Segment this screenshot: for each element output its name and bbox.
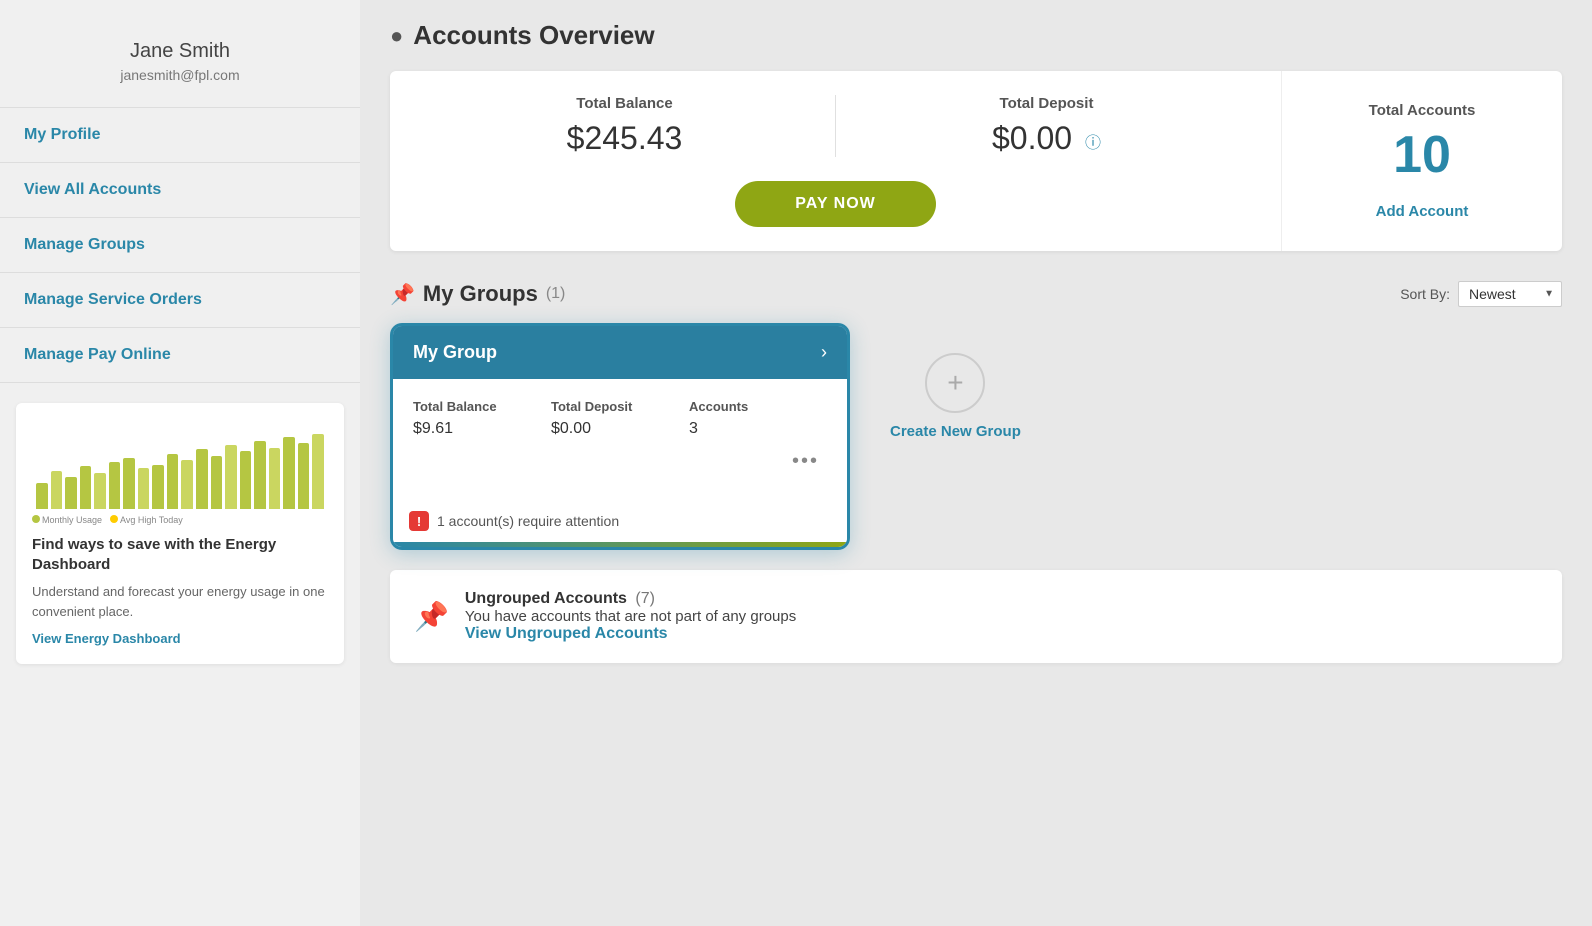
accounts-overview-card: Total Balance $245.43 Total Deposit $0.0… xyxy=(390,71,1562,251)
sidebar-item-manage-pay-online[interactable]: Manage Pay Online xyxy=(0,328,360,383)
sort-select[interactable]: Newest Oldest Name A-Z Name Z-A xyxy=(1458,281,1562,307)
group-accounts: Accounts 3 xyxy=(689,399,827,438)
group-stats-row: Total Balance $9.61 Total Deposit $0.00 … xyxy=(413,399,827,438)
user-email: janesmith@fpl.com xyxy=(20,67,340,83)
ungrouped-text: Ungrouped Accounts (7) You have accounts… xyxy=(465,590,796,643)
overview-left-panel: Total Balance $245.43 Total Deposit $0.0… xyxy=(390,71,1282,251)
accounts-overview-icon: ● xyxy=(390,23,403,49)
total-balance-label: Total Balance xyxy=(434,95,815,112)
group-accounts-label: Accounts xyxy=(689,399,827,414)
overview-right-panel: Total Accounts 10 Add Account xyxy=(1282,71,1562,251)
sidebar-nav: My Profile View All Accounts Manage Grou… xyxy=(0,108,360,383)
total-accounts-label: Total Accounts xyxy=(1369,102,1476,119)
group-card-my-group[interactable]: My Group › Total Balance $9.61 Total Dep… xyxy=(390,323,850,550)
add-account-link[interactable]: Add Account xyxy=(1376,203,1469,220)
accounts-overview-title: Accounts Overview xyxy=(413,20,654,51)
sidebar-item-manage-service-orders[interactable]: Manage Service Orders xyxy=(0,273,360,328)
warning-text: 1 account(s) require attention xyxy=(437,513,619,529)
create-group-area: + Create New Group xyxy=(870,323,1041,470)
ungrouped-description: You have accounts that are not part of a… xyxy=(465,608,796,625)
ungrouped-accounts-card: 📌 Ungrouped Accounts (7) You have accoun… xyxy=(390,570,1562,663)
warning-icon: ! xyxy=(409,511,429,531)
sidebar: Jane Smith janesmith@fpl.com My Profile … xyxy=(0,0,360,926)
group-total-deposit: Total Deposit $0.00 xyxy=(551,399,689,438)
group-accounts-value: 3 xyxy=(689,420,827,438)
my-groups-header: 📌 My Groups (1) Sort By: Newest Oldest N… xyxy=(390,281,1562,307)
pay-now-button[interactable]: PAY NOW xyxy=(735,181,936,227)
ungrouped-icon: 📌 xyxy=(414,600,449,633)
sidebar-item-my-profile[interactable]: My Profile xyxy=(0,108,360,163)
total-balance-value: $245.43 xyxy=(434,120,815,157)
sidebar-item-view-all-accounts[interactable]: View All Accounts xyxy=(0,163,360,218)
group-card-more-options[interactable]: ••• xyxy=(413,438,827,481)
main-content: ● Accounts Overview Total Balance $245.4… xyxy=(360,0,1592,926)
chart-legend: Monthly Usage Avg High Today xyxy=(32,515,328,525)
group-deposit-value: $0.00 xyxy=(551,420,689,438)
sidebar-promo: Monthly Usage Avg High Today Find ways t… xyxy=(16,403,344,664)
energy-chart xyxy=(32,419,328,509)
sidebar-item-manage-groups[interactable]: Manage Groups xyxy=(0,218,360,273)
group-card-body: Total Balance $9.61 Total Deposit $0.00 … xyxy=(393,379,847,501)
total-deposit-label: Total Deposit xyxy=(856,95,1237,112)
total-accounts-value: 10 xyxy=(1393,127,1451,184)
groups-icon: 📌 xyxy=(390,282,415,307)
groups-grid: My Group › Total Balance $9.61 Total Dep… xyxy=(390,323,1562,550)
group-deposit-label: Total Deposit xyxy=(551,399,689,414)
create-group-icon[interactable]: + xyxy=(925,353,985,413)
ungrouped-count: (7) xyxy=(635,590,655,607)
promo-description: Understand and forecast your energy usag… xyxy=(32,582,328,621)
user-name: Jane Smith xyxy=(20,40,340,63)
group-card-chevron-icon: › xyxy=(821,342,827,363)
view-ungrouped-link[interactable]: View Ungrouped Accounts xyxy=(465,625,668,642)
group-card-name: My Group xyxy=(413,342,497,363)
group-card-warning: ! 1 account(s) require attention xyxy=(393,501,847,547)
sort-label: Sort By: xyxy=(1400,286,1450,302)
total-balance-stat: Total Balance $245.43 xyxy=(414,95,835,157)
deposit-help-icon[interactable]: ⓘ xyxy=(1085,135,1101,152)
view-energy-dashboard-link[interactable]: View Energy Dashboard xyxy=(32,631,181,646)
group-card-header[interactable]: My Group › xyxy=(393,326,847,379)
overview-stats: Total Balance $245.43 Total Deposit $0.0… xyxy=(414,95,1257,157)
create-new-group-link[interactable]: Create New Group xyxy=(890,423,1021,440)
group-balance-label: Total Balance xyxy=(413,399,551,414)
group-total-balance: Total Balance $9.61 xyxy=(413,399,551,438)
my-groups-title: 📌 My Groups (1) xyxy=(390,281,565,307)
ungrouped-title: Ungrouped Accounts xyxy=(465,590,627,607)
group-balance-value: $9.61 xyxy=(413,420,551,438)
sort-select-wrapper[interactable]: Newest Oldest Name A-Z Name Z-A xyxy=(1458,281,1562,307)
sort-by-area: Sort By: Newest Oldest Name A-Z Name Z-A xyxy=(1400,281,1562,307)
total-deposit-value: $0.00 ⓘ xyxy=(856,120,1237,157)
total-deposit-stat: Total Deposit $0.00 ⓘ xyxy=(835,95,1257,157)
sidebar-user-info: Jane Smith janesmith@fpl.com xyxy=(0,20,360,108)
groups-count: (1) xyxy=(546,285,566,303)
accounts-overview-header: ● Accounts Overview xyxy=(390,20,1562,51)
promo-title: Find ways to save with the Energy Dashbo… xyxy=(32,535,328,574)
